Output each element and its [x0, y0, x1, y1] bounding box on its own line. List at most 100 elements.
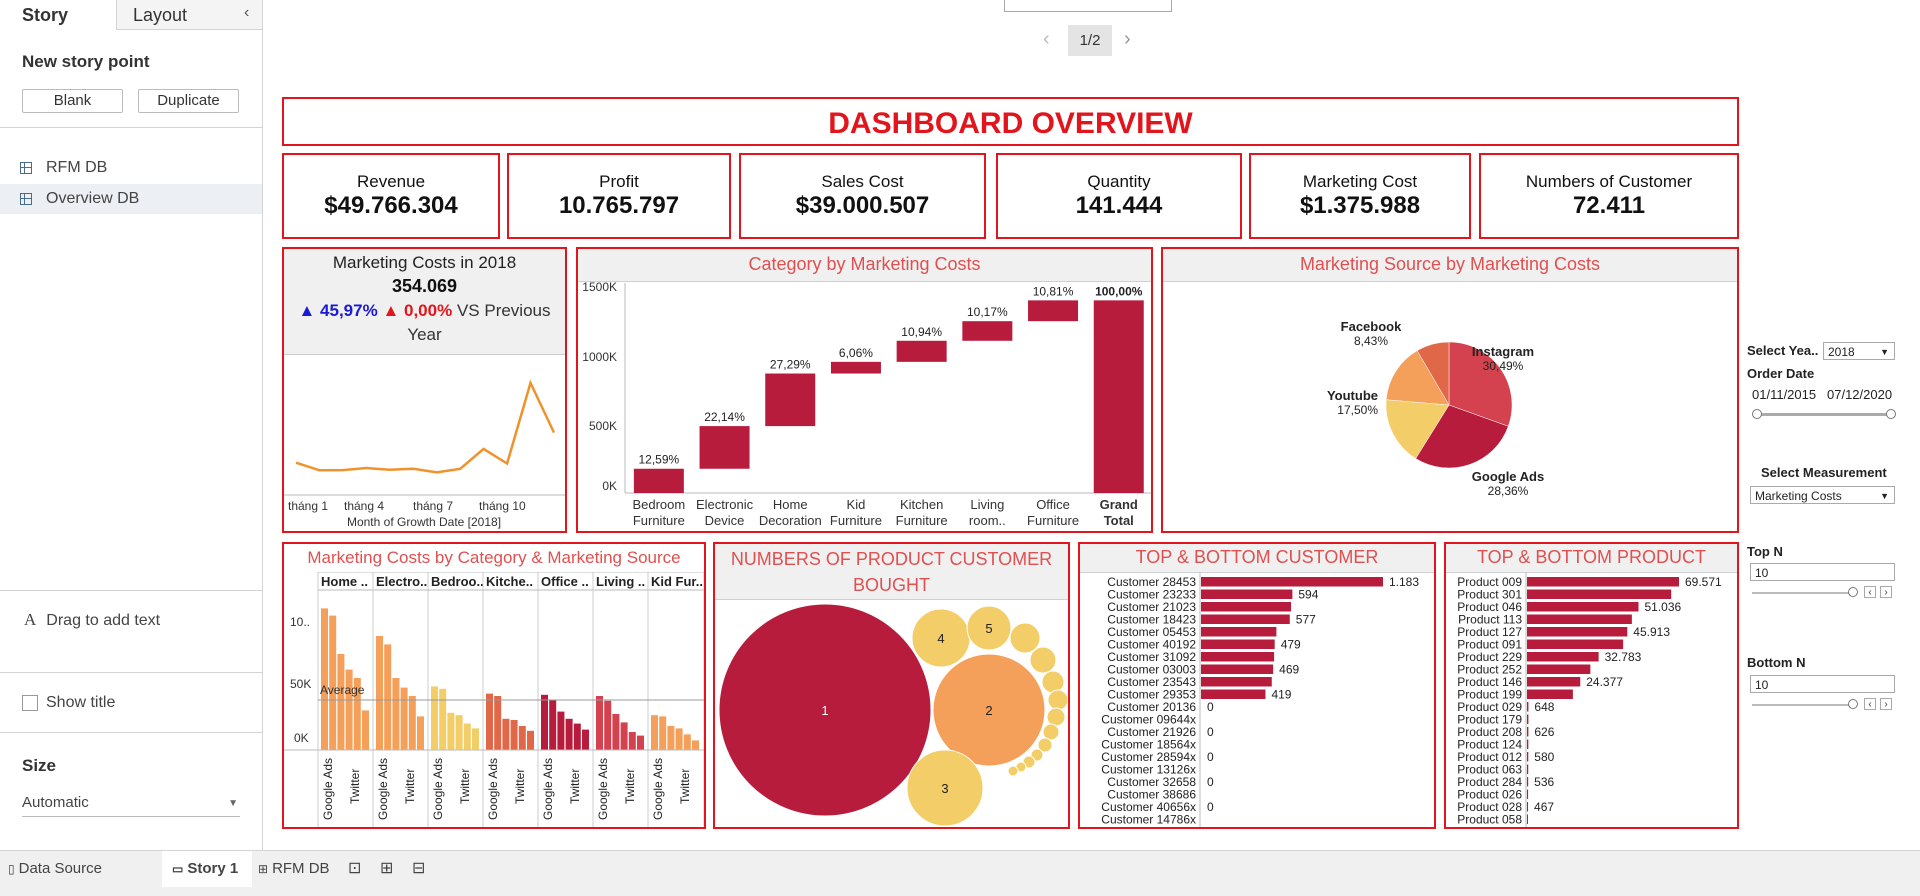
marketing-growth-panel: Marketing Costs in 2018 354.069 ▲ 45,97%… [282, 247, 567, 533]
bubble [1041, 670, 1065, 694]
drag-text-item[interactable]: A Drag to add text [24, 610, 160, 630]
top-n-decrease-icon[interactable]: ‹ [1864, 586, 1876, 598]
bubble [1007, 765, 1019, 777]
kpi-label: Revenue [356, 172, 426, 191]
source-label: Google Ads [321, 758, 335, 820]
tab-label: RFM DB [272, 860, 330, 877]
growth-line-chart: tháng 1 tháng 4 tháng 7 tháng 10 Month o… [284, 379, 565, 529]
waterfall-bar [765, 373, 816, 427]
collapse-pane-icon[interactable]: ‹ [244, 4, 249, 22]
x-tick-label: Kitchen [900, 497, 943, 512]
date-slider-start-handle[interactable] [1752, 409, 1762, 419]
story-item-rfm-db[interactable]: RFM DB [0, 153, 262, 183]
source-label: Google Ads [541, 758, 555, 820]
date-slider-end-handle[interactable] [1886, 409, 1896, 419]
bottom-n-label: Bottom N [1747, 655, 1806, 670]
marketing-source-pie-chart: Facebook 8,43% Instagram 30,49% Youtube … [1327, 319, 1544, 498]
row-bar [1201, 577, 1383, 587]
row-value: 0 [1207, 750, 1214, 764]
top-n-input[interactable]: 10 [1750, 563, 1895, 581]
y-tick-label: 0K [602, 479, 617, 493]
top-n-slider-track[interactable] [1752, 592, 1852, 594]
row-bar [1527, 752, 1529, 762]
select-year-dropdown[interactable]: 2018 ▼ [1823, 342, 1895, 360]
source-bar [494, 696, 502, 750]
kpi-value: 141.444 [1075, 192, 1163, 219]
prev-story-point-icon[interactable]: ‹ [1043, 28, 1050, 51]
source-bar [510, 720, 518, 750]
story-point-indicator[interactable]: 1/2 [1068, 25, 1112, 56]
waterfall-bar [896, 340, 947, 362]
source-bar [376, 636, 383, 750]
growth-pct-red: ▲ 0,00% [382, 301, 453, 320]
tab-data-source[interactable]: ▯ Data Source [8, 851, 102, 887]
kpi-label: Quantity [1087, 172, 1151, 191]
tab-rfm-db[interactable]: ⊞ RFM DB [258, 851, 330, 887]
source-bar [628, 732, 636, 750]
row-bar [1527, 727, 1529, 737]
blank-button[interactable]: Blank [22, 89, 123, 113]
new-dashboard-icon[interactable]: ⊞ [380, 851, 393, 887]
row-bar [1201, 614, 1290, 624]
source-bar [596, 696, 603, 750]
bottom-n-increase-icon[interactable]: › [1880, 698, 1892, 710]
date-slider-track[interactable] [1757, 413, 1893, 416]
source-bar [557, 711, 565, 750]
bottom-n-decrease-icon[interactable]: ‹ [1864, 698, 1876, 710]
story-item-overview-db[interactable]: Overview DB [0, 184, 262, 214]
show-title-checkbox[interactable] [22, 695, 38, 711]
kpi-card-sales-cost: Sales Cost $39.000.507 [739, 153, 986, 239]
x-tick-label: room.. [969, 513, 1006, 528]
bottom-n-slider-handle[interactable] [1848, 699, 1858, 709]
growth-vs-label: VS Previous [456, 301, 551, 320]
y-tick-label: 50K [290, 677, 311, 691]
bottom-n-input[interactable]: 10 [1750, 675, 1895, 693]
source-bar [408, 696, 416, 750]
dropdown-arrow-icon: ▼ [228, 798, 238, 809]
measurement-value: Marketing Costs [1755, 489, 1842, 503]
y-tick-label: 0K [294, 731, 309, 745]
data-label: 10,94% [901, 325, 942, 339]
x-tick-label: tháng 4 [344, 499, 384, 513]
kpi-card-marketing-cost: Marketing Cost $1.375.988 [1249, 153, 1471, 239]
tab-story[interactable]: Story [0, 0, 116, 30]
bottom-n-slider-track[interactable] [1752, 704, 1852, 706]
next-story-point-icon[interactable]: › [1124, 28, 1131, 51]
source-label: Twitter [403, 769, 417, 804]
row-bar [1527, 789, 1529, 799]
top-n-slider-handle[interactable] [1848, 587, 1858, 597]
row-bar [1527, 589, 1672, 599]
data-label: 27,29% [770, 358, 811, 372]
duplicate-button[interactable]: Duplicate [138, 89, 239, 113]
row-value: 536 [1534, 775, 1554, 789]
tab-layout[interactable]: Layout [116, 0, 262, 30]
top-bottom-customer-chart: Customer 28453 1.183Customer 23233 594Cust… [1101, 572, 1419, 827]
tab-label: Data Source [18, 860, 102, 877]
row-bar [1527, 777, 1529, 787]
x-tick-label: Furniture [1027, 513, 1079, 528]
new-worksheet-icon[interactable]: ⊡ [348, 851, 361, 887]
row-value: 45.913 [1633, 625, 1670, 639]
bubble-label: 4 [937, 631, 944, 646]
pie-label-name: Instagram [1472, 344, 1534, 359]
growth-title: Marketing Costs in 2018 [332, 253, 517, 272]
waterfall-bar [1028, 300, 1079, 322]
size-dropdown[interactable]: Automatic ▼ [22, 794, 240, 817]
new-story-icon[interactable]: ⊟ [412, 851, 425, 887]
tab-story-1[interactable]: ▭ Story 1 [162, 851, 252, 887]
divider [0, 590, 262, 591]
source-bar [417, 716, 424, 750]
row-value: 469 [1279, 663, 1299, 677]
row-bar [1527, 577, 1679, 587]
row-bar [1527, 702, 1529, 712]
x-tick-label: Home [773, 497, 808, 512]
panel-title: Marketing Costs by Category & Marketing … [307, 548, 681, 567]
bubble [1047, 689, 1068, 711]
top-n-increase-icon[interactable]: › [1880, 586, 1892, 598]
row-bar [1201, 627, 1277, 637]
select-measurement-label: Select Measurement [1761, 465, 1887, 480]
source-bar [527, 730, 534, 750]
date-end: 07/12/2020 [1827, 387, 1893, 402]
measurement-dropdown[interactable]: Marketing Costs ▼ [1750, 486, 1895, 504]
dashboard-icon [20, 193, 32, 205]
